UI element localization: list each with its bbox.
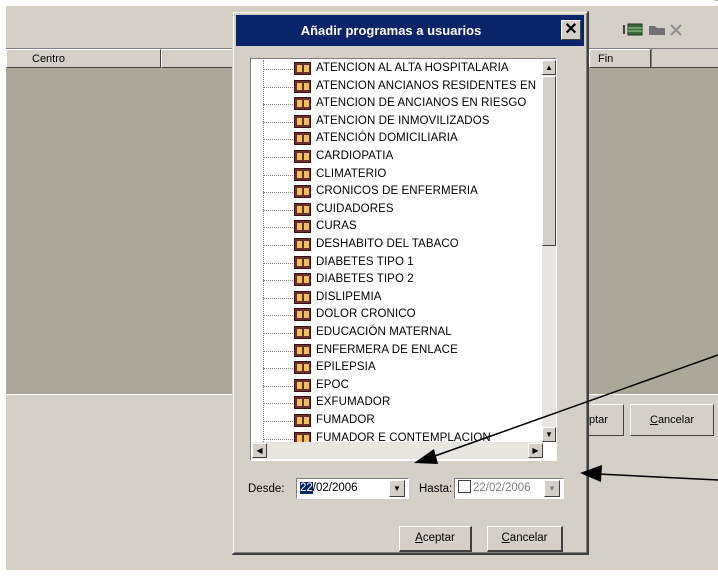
arrow-head-hasta bbox=[580, 465, 602, 482]
arrow-line-desde bbox=[431, 354, 718, 458]
arrow-head-desde bbox=[414, 449, 438, 464]
arrow-line-hasta bbox=[597, 473, 718, 481]
annotation-arrows bbox=[414, 0, 718, 482]
